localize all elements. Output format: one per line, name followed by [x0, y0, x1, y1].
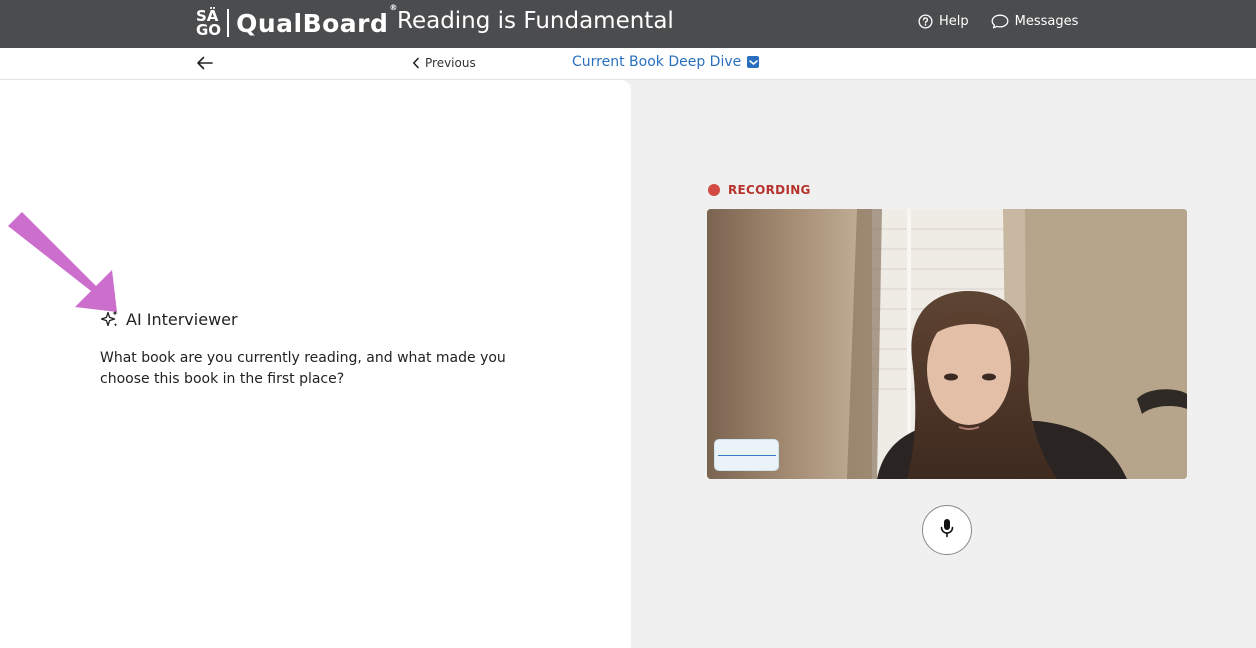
recording-label: RECORDING: [728, 183, 811, 197]
interview-question: What book are you currently reading, and…: [100, 350, 506, 387]
microphone-icon: [939, 518, 955, 542]
page-title: Reading is Fundamental: [397, 8, 674, 34]
section-label: Current Book Deep Dive: [572, 54, 742, 70]
chat-bubble-icon: [991, 14, 1009, 29]
qualboard-text: QualBoard: [236, 8, 389, 38]
messages-button[interactable]: Messages: [991, 14, 1079, 29]
camera-status-line: [718, 455, 776, 456]
section-dropdown[interactable]: Current Book Deep Dive: [572, 54, 760, 70]
sub-navigation: Previous Current Book Deep Dive: [0, 48, 1256, 80]
back-button[interactable]: [196, 54, 214, 76]
question-circle-icon: [918, 14, 933, 29]
messages-label: Messages: [1014, 14, 1079, 29]
chevron-down-icon: [747, 56, 760, 68]
ai-interviewer-label: AI Interviewer: [126, 309, 238, 329]
qualboard-wordmark: QualBoard®: [236, 3, 398, 38]
sago-logo-bottom: GO: [196, 21, 222, 39]
ai-interviewer-heading: AI Interviewer: [100, 309, 238, 329]
record-dot-icon: [708, 184, 720, 196]
previous-label: Previous: [425, 56, 476, 70]
help-button[interactable]: Help: [918, 14, 969, 29]
microphone-button[interactable]: [922, 505, 972, 555]
top-actions: Help Messages: [918, 14, 1100, 29]
recording-indicator: RECORDING: [708, 183, 811, 197]
logo-divider: [227, 9, 230, 37]
arrow-left-icon: [196, 56, 214, 76]
webcam-image: [707, 209, 1187, 479]
webcam-preview: [707, 209, 1187, 479]
sparkle-icon: [100, 309, 120, 329]
annotation-arrow-icon: [4, 210, 122, 320]
help-label: Help: [939, 14, 969, 29]
top-header: SÄ GO QualBoard® Reading is Fundamental …: [0, 0, 1256, 48]
chevron-left-icon: [412, 57, 420, 69]
sago-logo: SÄ GO: [196, 9, 222, 39]
qualboard-logo[interactable]: SÄ GO QualBoard®: [196, 3, 398, 39]
camera-status-badge: [714, 439, 779, 471]
previous-button[interactable]: Previous: [412, 56, 476, 70]
